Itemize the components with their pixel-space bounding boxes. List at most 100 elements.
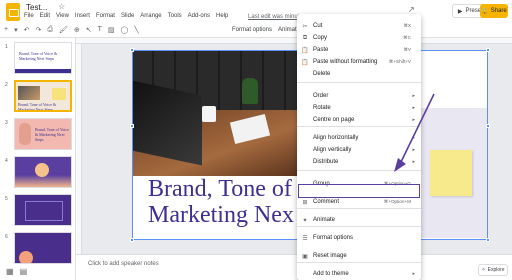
new-slide-icon[interactable]: + [4, 26, 8, 34]
context-menu-item-cut[interactable]: ✂ Cut ⌘X [297, 20, 421, 32]
format-options-icon: ☰ [302, 235, 308, 242]
explore-icon: ✧ [481, 267, 486, 273]
resize-handle[interactable] [130, 238, 134, 242]
menu-slide[interactable]: Slide [121, 13, 134, 23]
context-menu-item-paste[interactable]: 📋 Paste ⌘V [297, 44, 421, 56]
horizontal-ruler [76, 38, 512, 44]
slide-thumbnail[interactable] [14, 156, 72, 188]
slide-thumbnail[interactable]: Brand, Tone of Voice & Marketing Next St… [14, 118, 72, 150]
context-menu-item-reset-image[interactable]: ▣ Reset image [297, 250, 421, 262]
print-icon[interactable]: ⎙ [47, 26, 53, 34]
paint-format-icon[interactable]: 🖌 [59, 26, 68, 34]
paste-icon: 📋 [301, 47, 309, 54]
context-menu-item-delete[interactable]: Delete [297, 68, 421, 80]
menu-separator [297, 262, 421, 263]
menu-tools[interactable]: Tools [168, 13, 182, 23]
dropdown-icon[interactable]: ▾ [14, 26, 18, 34]
undo-icon[interactable]: ↶ [24, 26, 30, 34]
thumbnail-circle [19, 251, 33, 263]
context-menu-label: Reset image [313, 253, 347, 259]
menu-view[interactable]: View [56, 13, 69, 23]
select-icon[interactable]: ↖ [86, 26, 92, 34]
cut-icon: ✂ [302, 23, 308, 30]
menu-insert[interactable]: Insert [75, 13, 90, 23]
menu-help[interactable]: Help [216, 13, 228, 23]
grid-view-icon[interactable]: ▦ [6, 267, 14, 276]
context-menu-shortcut: ⌘V [403, 47, 411, 52]
resize-handle[interactable] [130, 48, 134, 52]
slide-thumbnail[interactable] [14, 194, 72, 226]
slide-thumbnail-row[interactable]: 2 Brand, Tone of Voice & Marketing Next … [0, 80, 76, 114]
comment-icon: ⊞ [302, 199, 308, 206]
activity-icon[interactable]: ↗ [408, 5, 415, 14]
resize-handle[interactable] [486, 238, 490, 242]
slide-number: 2 [5, 82, 8, 88]
thumbnail-sticky [52, 88, 66, 100]
reset-image-icon: ▣ [302, 253, 308, 260]
context-menu-shortcut: ⌘X [403, 23, 411, 28]
slide-thumbnail-selected[interactable]: Brand, Tone of Voice & Marketing Next St… [14, 80, 72, 112]
share-button[interactable]: 🔒 Share [480, 4, 508, 18]
context-menu-item-paste-without-formatting[interactable]: 📋 Paste without formatting ⌘+Shift+V [297, 56, 421, 68]
list-view-icon[interactable]: ▤ [20, 267, 28, 276]
menu-bar: File Edit View Insert Format Slide Arran… [24, 13, 228, 23]
slide-number: 3 [5, 120, 8, 126]
slide-thumbnail-row[interactable]: 6 [0, 232, 76, 266]
context-menu-item-animate[interactable]: ✦ Animate [297, 214, 421, 226]
context-menu-label: Paste without formatting [313, 59, 378, 65]
context-menu-item-add-to-theme[interactable]: Add to theme ▸ [297, 268, 421, 280]
slides-logo-icon[interactable] [6, 3, 20, 21]
slide-thumbnail-row[interactable]: 1 Brand, Tone of Voice & Marketing Next … [0, 42, 76, 76]
slide-filmstrip: 1 Brand, Tone of Voice & Marketing Next … [0, 38, 76, 280]
format-options-button[interactable]: Format options [232, 27, 272, 33]
submenu-arrow-icon: ▸ [412, 271, 415, 277]
menu-arrange[interactable]: Arrange [140, 13, 161, 23]
group-highlight-box [298, 184, 420, 198]
resize-handle[interactable] [486, 48, 490, 52]
header: Test... ☆ File Edit View Insert Format S… [0, 0, 512, 24]
slide-thumbnail[interactable] [14, 232, 72, 264]
vertical-ruler [76, 44, 82, 254]
menu-separator [297, 226, 421, 227]
thumbnail-box [25, 201, 63, 221]
zoom-icon[interactable]: ⊕ [74, 26, 80, 34]
textbox-icon[interactable]: T [98, 26, 102, 34]
slide-thumbnail-row[interactable]: 3 Brand, Tone of Voice & Marketing Next … [0, 118, 76, 152]
line-icon[interactable]: ╲ [134, 26, 138, 34]
menu-add-ons[interactable]: Add-ons [188, 13, 210, 23]
present-icon: ▶ [457, 8, 463, 15]
image-icon[interactable]: ▨ [108, 26, 115, 34]
star-icon[interactable]: ☆ [58, 2, 65, 11]
speaker-notes[interactable]: Click to add speaker notes [76, 254, 512, 280]
document-title[interactable]: Test... [26, 3, 47, 12]
menu-separator [297, 208, 421, 209]
context-menu-item-format-options[interactable]: ☰ Format options [297, 232, 421, 244]
annotation-arrow [394, 93, 435, 172]
speaker-notes-placeholder: Click to add speaker notes [88, 261, 159, 267]
slide-thumbnail[interactable]: Brand, Tone of Voice & Marketing Next St… [14, 42, 72, 74]
slide-number: 6 [5, 234, 8, 240]
resize-handle[interactable] [486, 124, 490, 128]
context-menu-shortcut: ⌘+Option+M [383, 199, 411, 204]
paste-plain-icon: 📋 [301, 59, 309, 66]
context-menu-item-copy[interactable]: ⧉ Copy ⌘C [297, 32, 421, 44]
explore-label: Explore [487, 267, 505, 273]
menu-file[interactable]: File [24, 13, 34, 23]
toolbar-icons: + ▾ ↶ ↷ ⎙ 🖌 ⊕ ↖ T ▨ ◯ ╲ [4, 26, 139, 34]
explore-button[interactable]: ✧ Explore [478, 264, 508, 276]
menu-format[interactable]: Format [96, 13, 115, 23]
context-menu-label: Delete [313, 71, 331, 77]
animate-icon: ✦ [302, 217, 308, 224]
slide-thumbnail-text: Brand, Tone of Voice & Marketing Next St… [18, 102, 57, 112]
context-menu-label: Copy [313, 35, 328, 41]
slide-thumbnail-text: Brand, Tone of Voice & Marketing Next St… [19, 51, 58, 61]
menu-edit[interactable]: Edit [40, 13, 50, 23]
animate-button[interactable]: Animat [278, 27, 297, 33]
slide-thumbnail-row[interactable]: 5 [0, 194, 76, 228]
redo-icon[interactable]: ↷ [35, 26, 41, 34]
thumbnail-bar [15, 69, 71, 73]
context-menu-shortcut: ⌘C [403, 35, 411, 40]
slide-thumbnail-row[interactable]: 4 [0, 156, 76, 190]
shape-icon[interactable]: ◯ [121, 26, 129, 34]
resize-handle[interactable] [130, 124, 134, 128]
